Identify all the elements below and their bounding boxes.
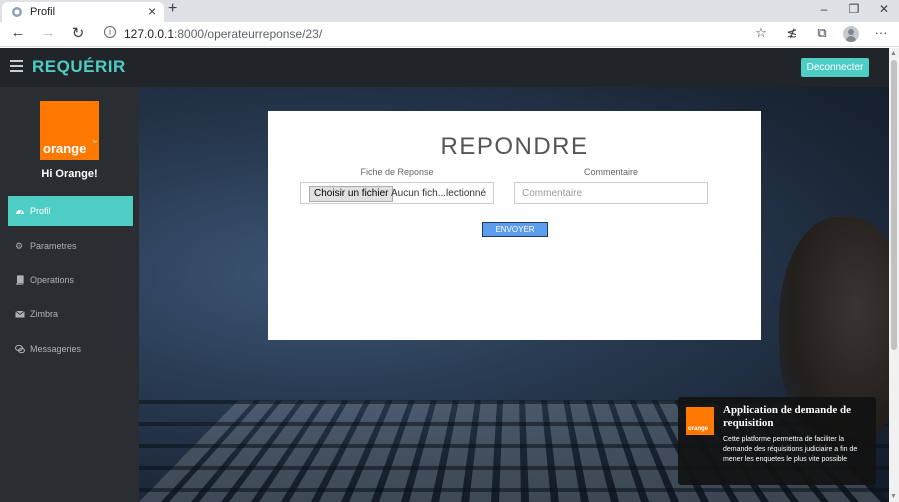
cogs-icon: ⚙ (15, 241, 24, 251)
browser-toolbar: ← → ↻ i 127.0.0.1:8000/operateurreponse/… (0, 22, 899, 47)
collections-icon[interactable]: ⧉ (813, 25, 831, 41)
file-upload-field[interactable]: Choisir un fichier Aucun fich...lectionn… (300, 182, 494, 204)
page-scrollbar[interactable]: ▲ ▼ (889, 48, 899, 502)
favicon-icon (12, 7, 22, 17)
restore-icon[interactable]: ❐ (844, 2, 864, 16)
scroll-up-icon[interactable]: ▲ (890, 50, 897, 57)
sidebar-item-label: Profil (30, 206, 51, 216)
sidebar-item-operations[interactable]: Operations (8, 265, 133, 295)
toast-title: Application de demande de requisition (723, 404, 852, 429)
file-field-label: Fiche de Reponse (360, 167, 434, 177)
menu-toggle-icon[interactable] (10, 60, 23, 72)
scroll-down-icon[interactable]: ▼ (890, 493, 897, 500)
dashboard-icon (16, 210, 24, 215)
envelope-icon (15, 310, 25, 318)
url-path: :8000/operateurreponse/23/ (174, 27, 323, 41)
refresh-icon[interactable]: ↻ (68, 24, 88, 42)
url-host: 127.0.0.1 (124, 27, 175, 41)
sidebar-item-label: Zimbra (30, 309, 59, 319)
favorites-list-icon[interactable]: ≴ (783, 25, 801, 41)
profile-avatar-icon[interactable] (843, 26, 859, 42)
response-form-card: REPONDRE Fiche de Reponse Choisir un fic… (268, 111, 761, 340)
toast-body: Cette platforme permettra de faciliter l… (723, 436, 858, 463)
submit-button[interactable]: ENVOYER (482, 222, 548, 237)
site-info-icon[interactable]: i (104, 26, 116, 38)
page-title: REPONDRE (440, 133, 589, 160)
toast-logo-text: orange (688, 426, 709, 432)
browser-tab[interactable]: Profil × (2, 2, 164, 22)
sidebar-item-messageries[interactable]: Messageries (8, 334, 133, 364)
orange-logo: orange ™ (40, 101, 99, 160)
sidebar: orange ™ Hi Orange! Profil ⚙ Parametres … (0, 87, 139, 502)
logo-text: orange (43, 141, 87, 156)
window-close-icon[interactable]: ✕ (874, 2, 894, 16)
sidebar-item-label: Parametres (30, 241, 77, 251)
favorite-star-icon[interactable]: ☆ (752, 25, 770, 41)
scroll-thumb[interactable] (891, 60, 897, 350)
sidebar-item-zimbra[interactable]: Zimbra (8, 299, 133, 329)
comments-icon (15, 344, 25, 354)
sidebar-item-label: Operations (30, 275, 75, 285)
comment-field-label: Commentaire (583, 167, 639, 177)
logout-button[interactable]: Deconnecter (801, 58, 869, 77)
sidebar-item-profil[interactable]: Profil (8, 196, 133, 226)
new-tab-icon[interactable]: + (168, 0, 177, 18)
more-menu-icon[interactable]: ··· (872, 25, 890, 40)
user-greeting: Hi Orange! (41, 168, 98, 180)
tab-title: Profil (30, 6, 56, 18)
book-icon (16, 275, 24, 285)
tab-close-icon[interactable]: × (148, 3, 156, 19)
app-header: REQUÉRIR Deconnecter (0, 48, 899, 87)
address-bar[interactable]: 127.0.0.1:8000/operateurreponse/23/ (124, 27, 322, 41)
toast-orange-logo: orange (686, 407, 714, 435)
forward-icon[interactable]: → (38, 24, 58, 41)
choose-file-button[interactable]: Choisir un fichier (309, 186, 394, 202)
minimize-icon[interactable]: – (814, 2, 834, 16)
sidebar-item-label: Messageries (30, 344, 82, 354)
brand-title: REQUÉRIR (32, 57, 126, 76)
sidebar-item-parametres[interactable]: ⚙ Parametres (8, 231, 133, 261)
browser-tabbar: Profil × + – ❐ ✕ (0, 0, 899, 22)
comment-input[interactable] (514, 182, 708, 204)
back-icon[interactable]: ← (8, 24, 28, 41)
app-notification: orange Application de demande de requisi… (678, 397, 876, 485)
logo-tm: ™ (92, 140, 97, 146)
file-status-text: Aucun fich...lectionné (391, 188, 487, 199)
